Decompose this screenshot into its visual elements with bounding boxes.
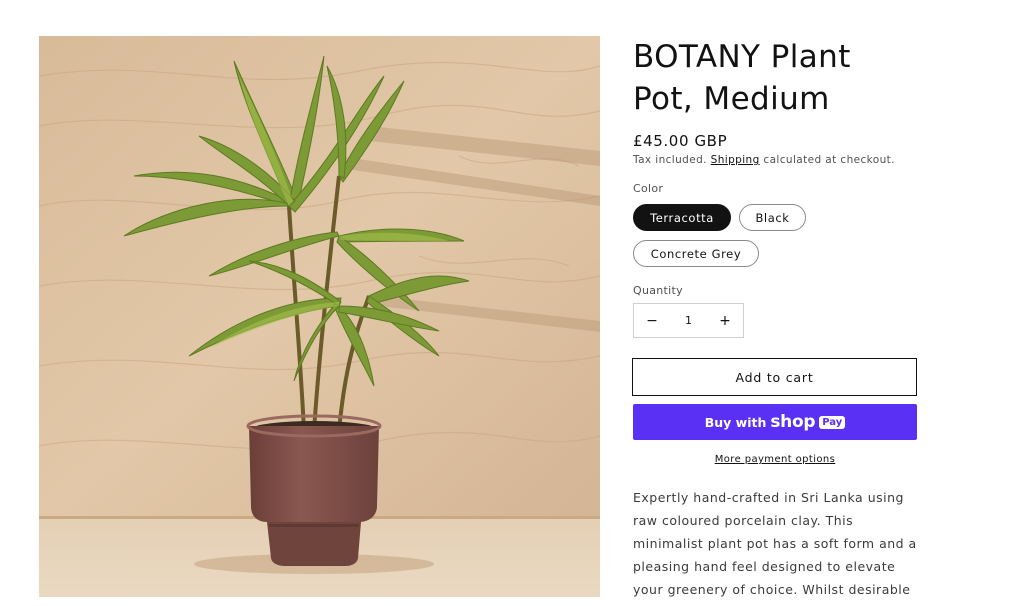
pay-badge: Pay (819, 415, 846, 429)
color-option-black[interactable]: Black (739, 204, 806, 231)
buy-with-label: Buy with (704, 414, 767, 430)
color-label: Color (633, 182, 664, 195)
buy-with-shop-pay-button[interactable]: Buy with shop Pay (633, 404, 917, 440)
shop-logo-text: shop (770, 412, 816, 432)
more-payment-options-link[interactable]: More payment options (633, 454, 917, 465)
add-to-cart-button[interactable]: Add to cart (632, 358, 917, 396)
product-title: BOTANY Plant Pot, Medium (633, 39, 851, 117)
tax-text-after: calculated at checkout. (763, 154, 895, 166)
quantity-label: Quantity (633, 284, 683, 297)
quantity-stepper: − + (633, 303, 744, 338)
shipping-link[interactable]: Shipping (711, 154, 760, 166)
tax-note: Tax included. Shipping calculated at che… (633, 154, 895, 166)
tax-text: Tax included. (633, 154, 707, 166)
product-price: £45.00 GBP (633, 132, 728, 150)
color-option-concrete-grey[interactable]: Concrete Grey (633, 240, 759, 267)
quantity-increase-button[interactable]: + (707, 304, 743, 337)
product-description: Expertly hand-crafted in Sri Lanka using… (633, 490, 917, 597)
plant-pot-photo (39, 36, 600, 597)
quantity-decrease-button[interactable]: − (634, 304, 670, 337)
color-option-terracotta[interactable]: Terracotta (633, 204, 731, 231)
quantity-input[interactable] (670, 314, 707, 327)
product-info: BOTANY Plant Pot, Medium £45.00 GBP Tax … (632, 36, 923, 597)
product-image[interactable] (39, 36, 600, 597)
